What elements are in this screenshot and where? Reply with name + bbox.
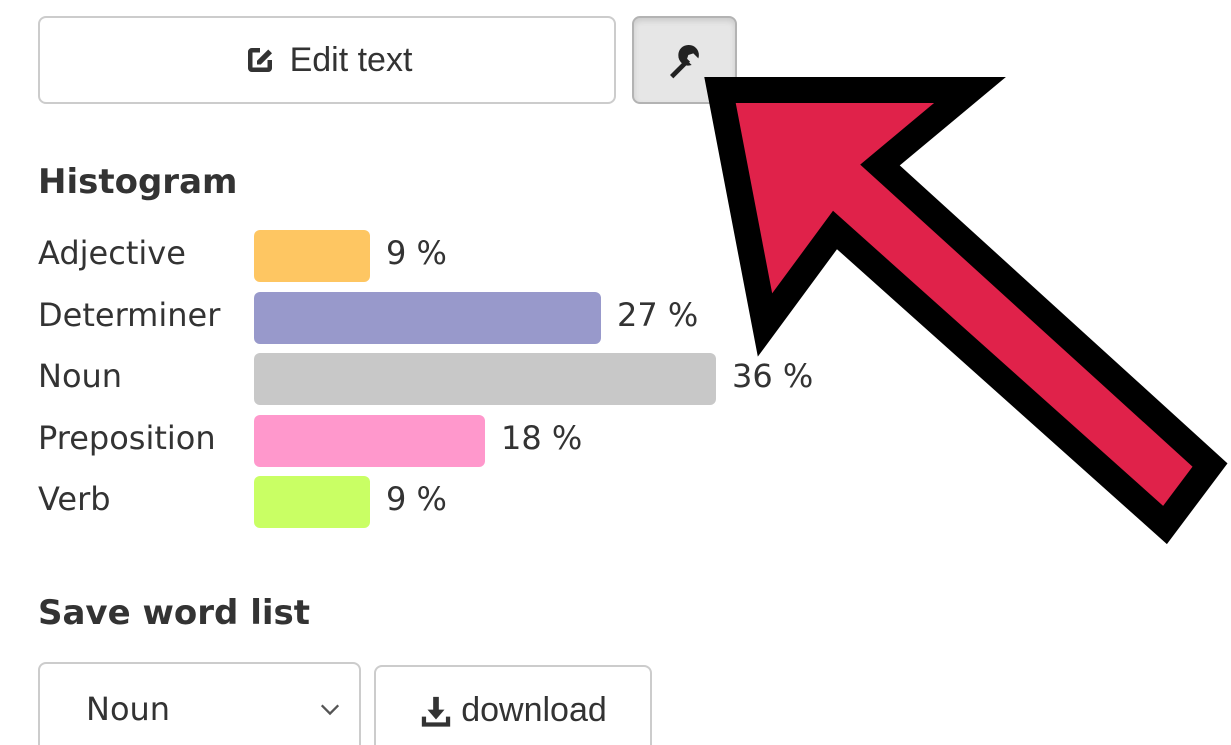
download-button[interactable]: download bbox=[374, 665, 652, 745]
histogram-value: 9 % bbox=[386, 480, 447, 518]
edit-text-label: Edit text bbox=[289, 40, 413, 79]
histogram-label: Noun bbox=[38, 357, 123, 395]
histogram-bar bbox=[254, 353, 716, 405]
download-label: download bbox=[461, 691, 607, 729]
word-class-select[interactable]: Noun bbox=[38, 662, 361, 745]
histogram-bar bbox=[254, 230, 370, 282]
histogram-label: Preposition bbox=[38, 418, 216, 457]
word-stats-panel: Edit text Histogram Adjective 9 % Determin… bbox=[0, 0, 1231, 745]
histogram-value: 9 % bbox=[386, 234, 447, 272]
save-word-list-heading: Save word list bbox=[38, 593, 310, 633]
histogram-bar bbox=[254, 291, 601, 344]
histogram-label: Determiner bbox=[38, 295, 221, 334]
histogram-label: Adjective bbox=[38, 234, 186, 272]
histogram-bar bbox=[254, 476, 370, 528]
histogram-value: 27 % bbox=[617, 295, 699, 334]
edit-text-button[interactable]: Edit text bbox=[38, 16, 616, 104]
wrench-icon bbox=[669, 44, 699, 79]
histogram-heading: Histogram bbox=[38, 162, 238, 202]
annotation-arrow bbox=[704, 77, 1228, 545]
histogram-label: Verb bbox=[38, 480, 111, 518]
chevron-down-icon bbox=[320, 704, 340, 716]
histogram-value: 18 % bbox=[501, 418, 583, 457]
histogram-bar bbox=[254, 414, 485, 467]
download-icon bbox=[422, 696, 451, 727]
word-class-select-value: Noun bbox=[86, 690, 171, 728]
edit-icon bbox=[247, 48, 272, 72]
